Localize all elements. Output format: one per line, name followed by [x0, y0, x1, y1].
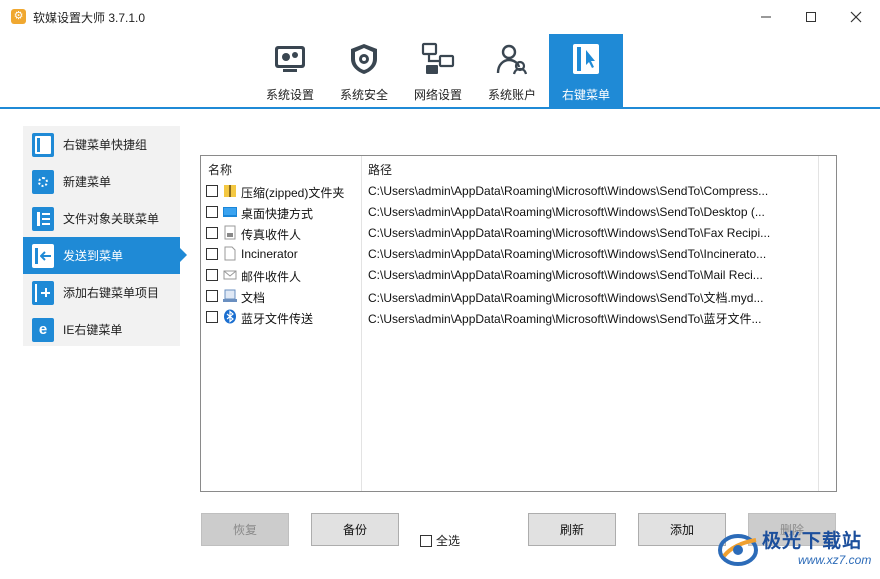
- sidebar-item-menu-group[interactable]: 右键菜单快捷组: [23, 126, 180, 163]
- item-path: C:\Users\admin\AppData\Roaming\Microsoft…: [368, 184, 769, 198]
- list-item[interactable]: 邮件收件人 C:\Users\admin\AppData\Roaming\Mic…: [201, 265, 818, 286]
- sidebar-item-label: 文件对象关联菜单: [63, 212, 160, 226]
- item-path: C:\Users\admin\AppData\Roaming\Microsoft…: [368, 312, 762, 326]
- window-title: 软媒设置大师 3.7.1.0: [33, 11, 146, 25]
- bluetooth-icon: [224, 309, 236, 324]
- fax-icon: [224, 225, 236, 240]
- item-path: C:\Users\admin\AppData\Roaming\Microsoft…: [368, 226, 771, 240]
- sidebar-item-file-association[interactable]: 文件对象关联菜单: [23, 200, 180, 237]
- title-bar: ⚙ 软媒设置大师 3.7.1.0: [0, 0, 880, 34]
- shield-gear-icon: [351, 44, 377, 74]
- mail-icon: [223, 270, 237, 280]
- tab-label: 系统账户: [487, 88, 536, 102]
- users-icon: [496, 44, 528, 75]
- ie-icon: e: [32, 317, 54, 342]
- file-list-icon: [32, 206, 54, 231]
- sidebar-item-new-menu[interactable]: 新建菜单: [23, 163, 180, 200]
- select-all-checkbox[interactable]: 全选: [420, 532, 460, 549]
- watermark-url: www.xz7.com: [798, 553, 872, 567]
- add-item-icon: [32, 280, 54, 305]
- send-to-list[interactable]: 名称 路径 压缩(zipped)文件夹 C:\Users\admin\AppDa…: [200, 155, 837, 492]
- network-icon: [421, 42, 455, 74]
- main-toolbar: 系统设置 系统安全 网络设置 系统账户 右键菜单: [0, 34, 880, 109]
- tab-system-accounts[interactable]: 系统账户: [475, 34, 549, 107]
- item-path: C:\Users\admin\AppData\Roaming\Microsoft…: [368, 291, 764, 305]
- watermark-logo-icon: [718, 534, 758, 566]
- item-checkbox[interactable]: [206, 206, 218, 218]
- tab-label: 系统设置: [265, 88, 314, 102]
- send-to-icon: [32, 243, 54, 268]
- tab-context-menu[interactable]: 右键菜单: [549, 34, 623, 107]
- select-all-box[interactable]: [420, 534, 432, 547]
- tab-network-settings[interactable]: 网络设置: [401, 34, 475, 107]
- item-name: 文档: [241, 291, 266, 305]
- list-item[interactable]: 桌面快捷方式 C:\Users\admin\AppData\Roaming\Mi…: [201, 202, 818, 223]
- item-checkbox[interactable]: [206, 185, 218, 197]
- maximize-icon: [806, 12, 816, 22]
- tab-system-security[interactable]: 系统安全: [327, 34, 401, 107]
- watermark: 极光下载站 www.xz7.com: [716, 522, 876, 574]
- list-item[interactable]: Incinerator C:\Users\admin\AppData\Roami…: [201, 244, 818, 265]
- minimize-button[interactable]: [743, 0, 789, 34]
- sidebar-item-label: IE右键菜单: [63, 323, 123, 337]
- sidebar-item-label: 发送到菜单: [63, 249, 124, 263]
- maximize-button[interactable]: [788, 0, 834, 34]
- item-checkbox[interactable]: [206, 248, 218, 260]
- item-name: 蓝牙文件传送: [241, 312, 314, 326]
- item-name: 压缩(zipped)文件夹: [241, 186, 345, 200]
- sidebar-item-label: 右键菜单快捷组: [63, 138, 148, 152]
- item-path: C:\Users\admin\AppData\Roaming\Microsoft…: [368, 205, 765, 219]
- system-settings-icon: [275, 46, 305, 72]
- column-divider: [818, 156, 819, 491]
- list-item[interactable]: 传真收件人 C:\Users\admin\AppData\Roaming\Mic…: [201, 223, 818, 244]
- list-item[interactable]: 压缩(zipped)文件夹 C:\Users\admin\AppData\Roa…: [201, 181, 818, 202]
- desktop-icon: [223, 207, 237, 217]
- item-name: 邮件收件人: [241, 270, 302, 284]
- item-path: C:\Users\admin\AppData\Roaming\Microsoft…: [368, 247, 767, 261]
- add-button[interactable]: 添加: [638, 513, 726, 546]
- new-menu-icon: [32, 169, 54, 194]
- item-name: 传真收件人: [241, 228, 302, 242]
- close-button[interactable]: [833, 0, 879, 34]
- item-checkbox[interactable]: [206, 290, 218, 302]
- tab-label: 网络设置: [413, 88, 462, 102]
- item-checkbox[interactable]: [206, 269, 218, 281]
- list-item[interactable]: 蓝牙文件传送 C:\Users\admin\AppData\Roaming\Mi…: [201, 307, 818, 328]
- item-path: C:\Users\admin\AppData\Roaming\Microsoft…: [368, 268, 763, 282]
- app-gear-icon: ⚙: [11, 9, 26, 24]
- backup-button[interactable]: 备份: [311, 513, 399, 546]
- item-name: Incinerator: [241, 247, 298, 261]
- column-header-path[interactable]: 路径: [368, 161, 392, 178]
- blank-file-icon: [224, 246, 236, 261]
- item-checkbox[interactable]: [206, 227, 218, 239]
- item-name: 桌面快捷方式: [241, 207, 314, 221]
- close-icon: [850, 11, 862, 23]
- restore-button[interactable]: 恢复: [201, 513, 289, 546]
- sidebar-item-add-item[interactable]: 添加右键菜单项目: [23, 274, 180, 311]
- watermark-text: 极光下载站: [762, 531, 863, 552]
- menu-group-icon: [32, 132, 54, 157]
- select-all-label: 全选: [436, 534, 461, 548]
- refresh-button[interactable]: 刷新: [528, 513, 616, 546]
- sidebar-item-label: 添加右键菜单项目: [63, 286, 160, 300]
- item-checkbox[interactable]: [206, 311, 218, 323]
- tab-label: 系统安全: [339, 88, 388, 102]
- sidebar-item-label: 新建菜单: [63, 175, 112, 189]
- column-header-name[interactable]: 名称: [208, 161, 232, 178]
- sidebar-item-ie-menu[interactable]: e IE右键菜单: [23, 311, 180, 348]
- documents-icon: [223, 289, 237, 302]
- cursor-menu-icon: [573, 44, 599, 74]
- sidebar-item-send-to[interactable]: 发送到菜单: [23, 237, 187, 274]
- tab-system-settings[interactable]: 系统设置: [253, 34, 327, 107]
- zip-folder-icon: [224, 185, 236, 197]
- minimize-icon: [761, 16, 771, 18]
- sidebar: 右键菜单快捷组 新建菜单 文件对象关联菜单 发送到菜单 添加右键菜单项目 e I…: [23, 126, 187, 348]
- tab-label: 右键菜单: [561, 88, 610, 102]
- list-item[interactable]: 文档 C:\Users\admin\AppData\Roaming\Micros…: [201, 286, 818, 307]
